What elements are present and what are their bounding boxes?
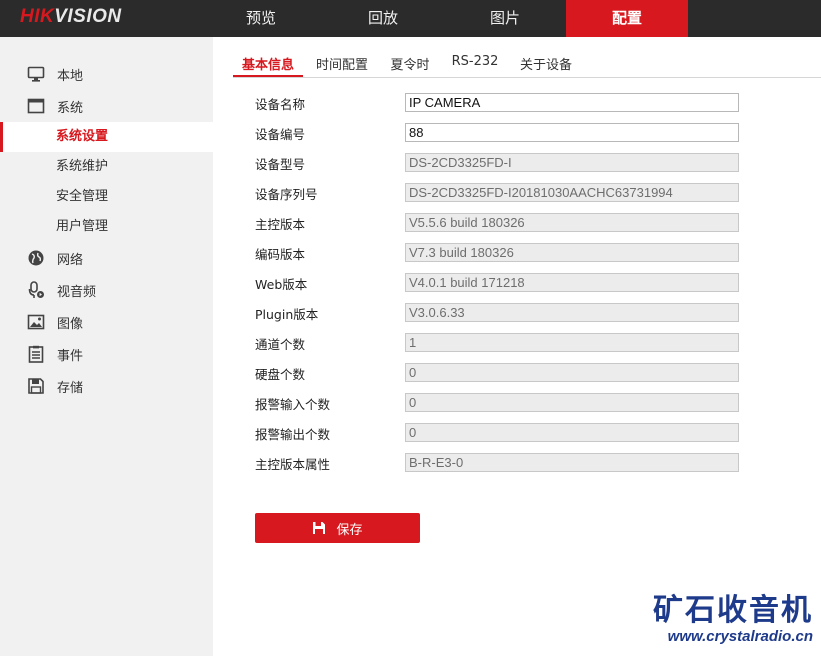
alarm-out-field: 0 — [405, 423, 739, 442]
window-icon — [27, 97, 45, 115]
model-field: DS-2CD3325FD-I — [405, 153, 739, 172]
sidebar-item-system[interactable]: 系统 — [0, 91, 213, 121]
form-row-channels: 通道个数 1 — [255, 333, 745, 353]
channels-field: 1 — [405, 333, 739, 352]
device-no-input[interactable] — [405, 123, 739, 142]
device-name-label: 设备名称 — [255, 97, 306, 112]
sidebar-item-label: 事件 — [57, 348, 84, 364]
tab-about-device[interactable]: 关于设备 — [515, 54, 577, 77]
plugin-version-label: Plugin版本 — [255, 307, 319, 322]
tab-divider — [233, 77, 821, 78]
sidebar-subitem-system-settings[interactable]: 系统设置 — [0, 122, 213, 152]
sidebar-item-label: 本地 — [57, 68, 84, 84]
tab-time-settings[interactable]: 时间配置 — [311, 54, 373, 77]
plugin-version-field: V3.0.6.33 — [405, 303, 739, 322]
hdd-label: 硬盘个数 — [255, 367, 306, 382]
device-no-label: 设备编号 — [255, 127, 306, 142]
form-row-device-no: 设备编号 — [255, 123, 745, 143]
form-row-model: 设备型号 DS-2CD3325FD-I — [255, 153, 745, 173]
serial-label: 设备序列号 — [255, 187, 318, 202]
form-row-device-name: 设备名称 — [255, 93, 745, 113]
web-version-field: V4.0.1 build 171218 — [405, 273, 739, 292]
alarm-out-label: 报警输出个数 — [255, 427, 331, 442]
firmware-field: V5.5.6 build 180326 — [405, 213, 739, 232]
sidebar-item-label: 系统 — [57, 100, 84, 116]
tab-dst[interactable]: 夏令时 — [385, 54, 435, 77]
image-icon — [27, 313, 45, 331]
settings-tabs: 基本信息 时间配置 夏令时 RS-232 关于设备 — [213, 37, 821, 78]
list-icon — [27, 345, 45, 363]
sidebar-item-label: 图像 — [57, 316, 84, 332]
nav-preview[interactable]: 预览 — [200, 0, 322, 37]
monitor-icon — [27, 65, 45, 83]
sidebar: 本地 系统 系统设置 系统维护 安全管理 用户管理 网络 视音频 图像 事件 存… — [0, 37, 213, 656]
floppy-icon — [27, 377, 45, 395]
sidebar-item-network[interactable]: 网络 — [0, 243, 213, 273]
form-row-hdd: 硬盘个数 0 — [255, 363, 745, 383]
form-row-encoding: 编码版本 V7.3 build 180326 — [255, 243, 745, 263]
firmware-label: 主控版本 — [255, 217, 306, 232]
tab-rs232[interactable]: RS-232 — [449, 54, 501, 77]
sidebar-subitem-maintenance[interactable]: 系统维护 — [0, 152, 213, 182]
alarm-in-label: 报警输入个数 — [255, 397, 331, 412]
tab-basic-info[interactable]: 基本信息 — [233, 54, 303, 77]
form-row-alarm-in: 报警输入个数 0 — [255, 393, 745, 413]
serial-field: DS-2CD3325FD-I20181030AACHC63731994 — [405, 183, 739, 202]
sidebar-item-label: 存储 — [57, 380, 84, 396]
nav-playback[interactable]: 回放 — [322, 0, 444, 37]
watermark-url: www.crystalradio.cn — [667, 628, 813, 645]
channels-label: 通道个数 — [255, 337, 306, 352]
sidebar-subitem-user-management[interactable]: 用户管理 — [0, 212, 213, 242]
floppy-icon — [312, 521, 326, 535]
form-row-web: Web版本 V4.0.1 build 171218 — [255, 273, 745, 293]
encoding-label: 编码版本 — [255, 247, 306, 262]
sidebar-item-video-audio[interactable]: 视音频 — [0, 275, 213, 305]
globe-icon — [27, 249, 45, 267]
sidebar-item-event[interactable]: 事件 — [0, 339, 213, 369]
top-bar: HIKVISION 预览 回放 图片 配置 — [0, 0, 821, 37]
sidebar-subitem-security[interactable]: 安全管理 — [0, 182, 213, 212]
sidebar-item-storage[interactable]: 存储 — [0, 371, 213, 401]
form-row-serial: 设备序列号 DS-2CD3325FD-I20181030AACHC6373199… — [255, 183, 745, 203]
hdd-field: 0 — [405, 363, 739, 382]
save-button-label: 保存 — [336, 522, 363, 538]
save-button[interactable]: 保存 — [255, 513, 420, 543]
form-row-firmware-attr: 主控版本属性 B-R-E3-0 — [255, 453, 745, 473]
watermark-text: 矿石收音机 — [653, 593, 813, 628]
firmware-attr-label: 主控版本属性 — [255, 457, 331, 472]
firmware-attr-field: B-R-E3-0 — [405, 453, 739, 472]
main-nav: 预览 回放 图片 配置 — [200, 0, 688, 37]
sidebar-item-image[interactable]: 图像 — [0, 307, 213, 337]
watermark: 矿石收音机 www.crystalradio.cn — [653, 594, 813, 646]
nav-config[interactable]: 配置 — [566, 0, 688, 37]
form-row-firmware: 主控版本 V5.5.6 build 180326 — [255, 213, 745, 233]
hikvision-logo: HIKVISION — [20, 6, 122, 27]
nav-picture[interactable]: 图片 — [444, 0, 566, 37]
form-row-plugin: Plugin版本 V3.0.6.33 — [255, 303, 745, 323]
sidebar-item-label: 网络 — [57, 252, 84, 268]
form-row-alarm-out: 报警输出个数 0 — [255, 423, 745, 443]
sidebar-item-local[interactable]: 本地 — [0, 59, 213, 89]
alarm-in-field: 0 — [405, 393, 739, 412]
sidebar-item-label: 视音频 — [57, 284, 97, 300]
model-label: 设备型号 — [255, 157, 306, 172]
device-name-input[interactable] — [405, 93, 739, 112]
encoding-field: V7.3 build 180326 — [405, 243, 739, 262]
microphone-icon — [27, 281, 45, 299]
web-version-label: Web版本 — [255, 277, 308, 292]
